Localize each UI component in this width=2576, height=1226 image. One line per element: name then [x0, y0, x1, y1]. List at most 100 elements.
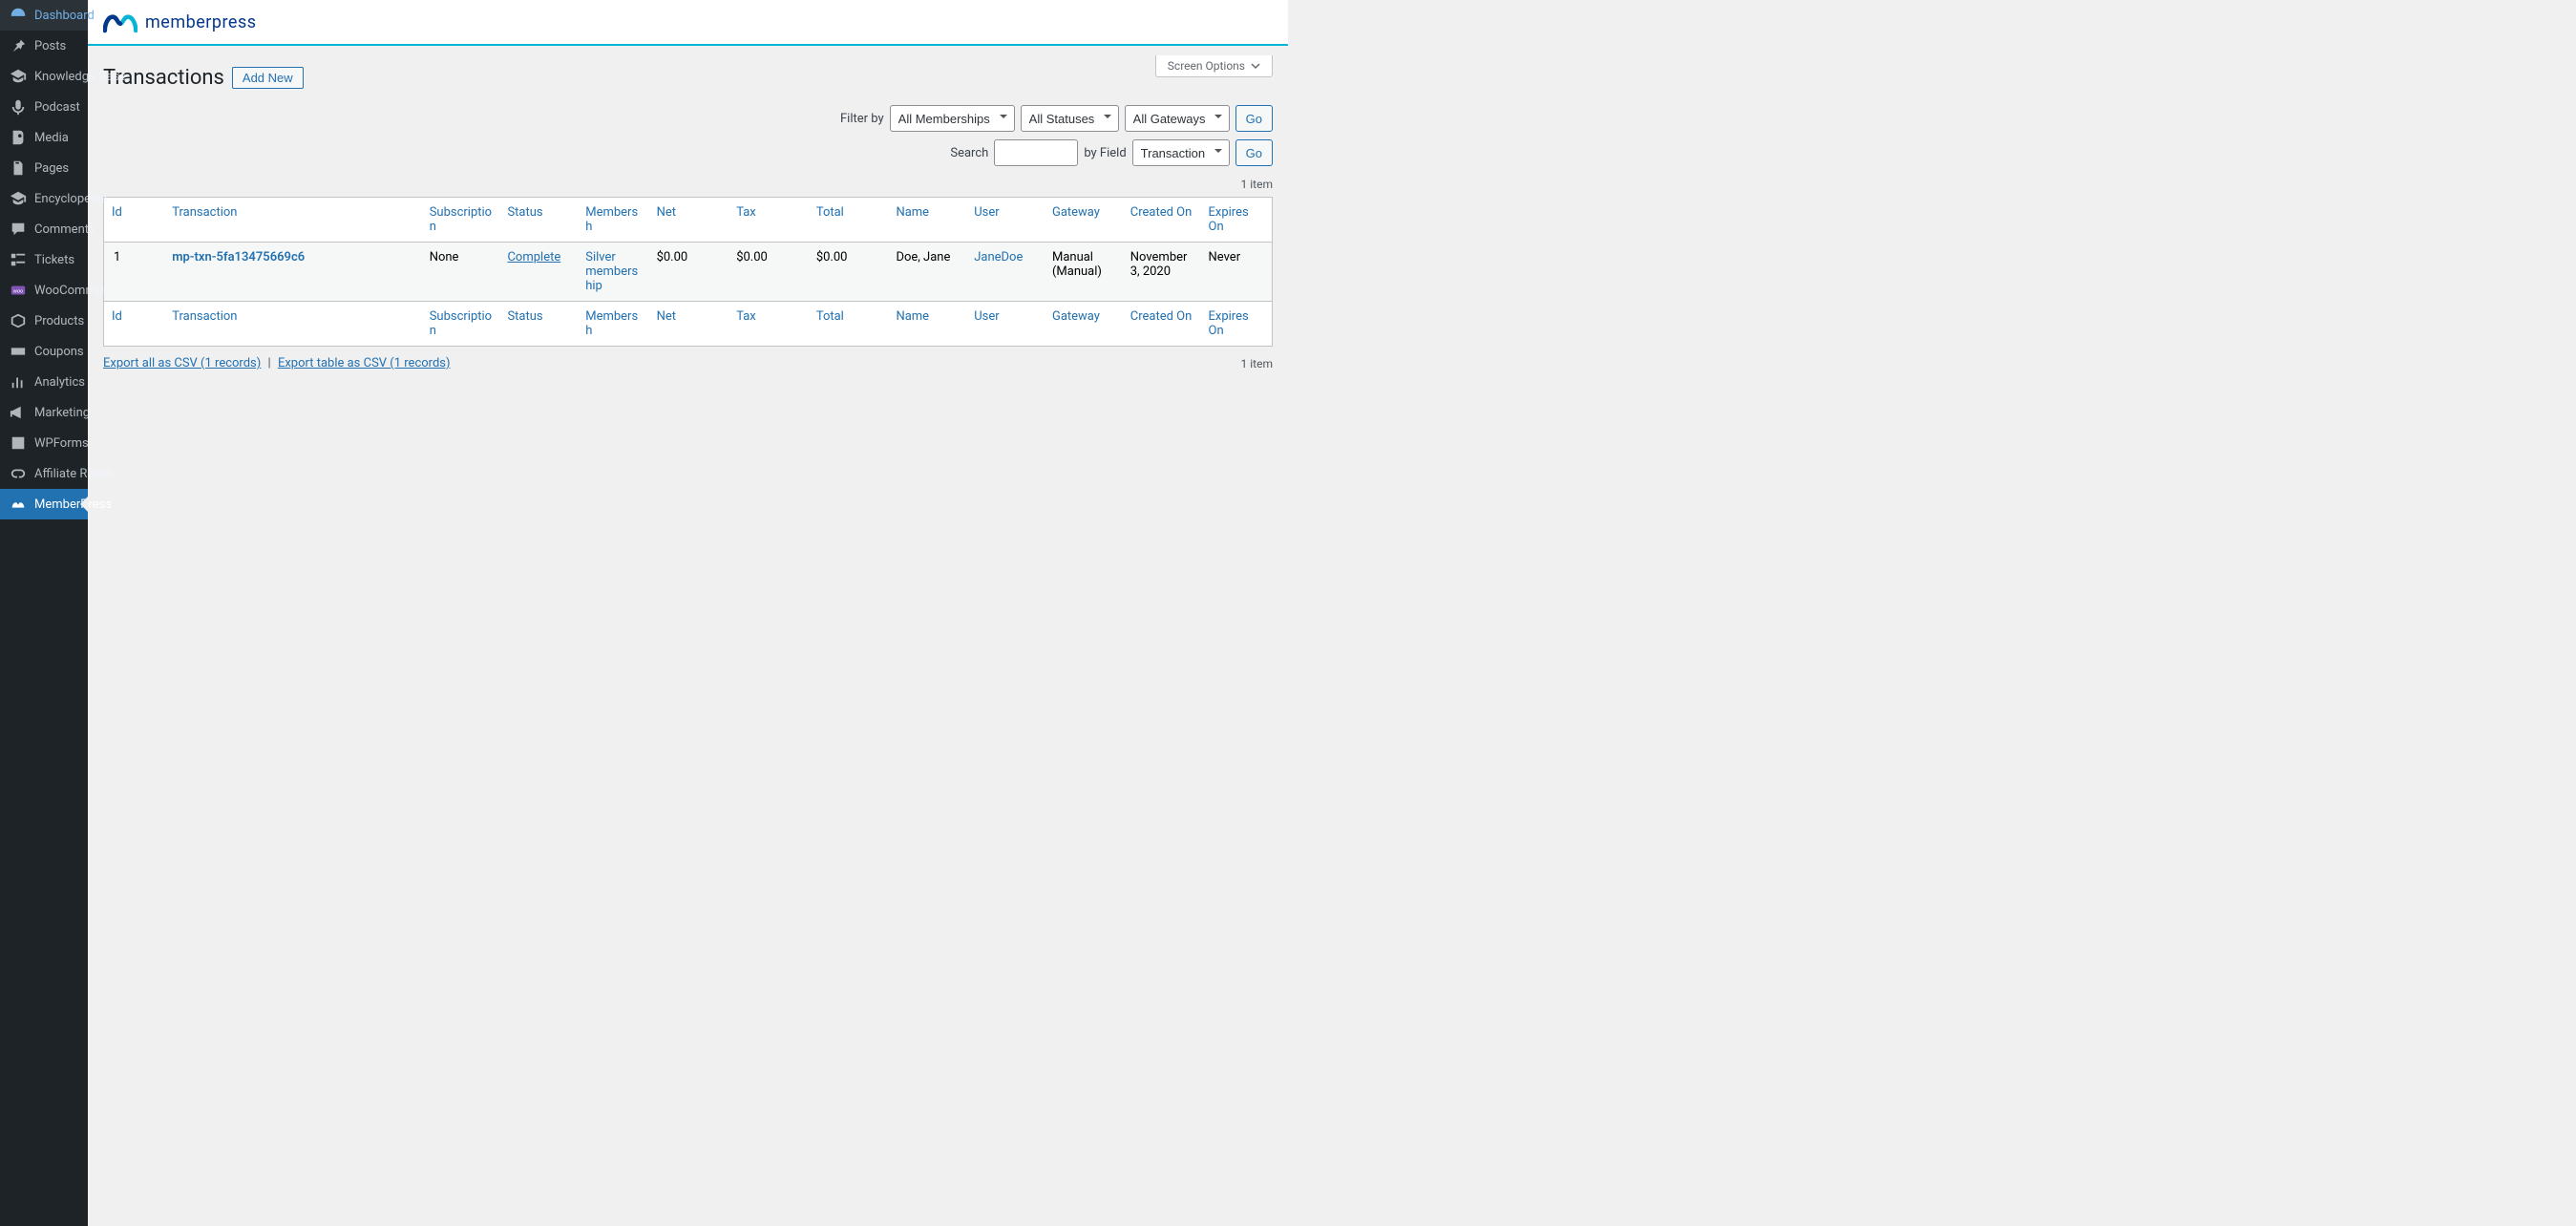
link-icon [10, 465, 27, 482]
sidebar-item-label: MemberPress [34, 497, 112, 512]
col-name[interactable]: Name [896, 309, 929, 324]
col-created[interactable]: Created On [1130, 309, 1193, 324]
col-id[interactable]: Id [112, 309, 122, 324]
comment-icon [10, 221, 27, 238]
sidebar-item-label: Tickets [34, 253, 74, 267]
col-tax[interactable]: Tax [736, 309, 756, 324]
export-row: Export all as CSV (1 records) | Export t… [103, 356, 1273, 370]
sidebar-item-wpforms[interactable]: WPForms [0, 428, 88, 458]
col-created[interactable]: Created On [1130, 205, 1193, 220]
col-subscription[interactable]: Subscription [430, 309, 492, 338]
screen-options-toggle[interactable]: Screen Options [1155, 55, 1273, 77]
col-status[interactable]: Status [507, 309, 542, 324]
sidebar-item-marketing[interactable]: Marketing [0, 397, 88, 428]
col-net[interactable]: Net [657, 205, 676, 220]
graduation-icon [10, 190, 27, 207]
cell-total: $0.00 [809, 243, 889, 301]
cell-transaction-link[interactable]: mp-txn-5fa13475669c6 [172, 250, 305, 264]
col-net[interactable]: Net [657, 309, 676, 324]
col-total[interactable]: Total [816, 205, 844, 220]
col-user[interactable]: User [974, 309, 999, 324]
sidebar-item-label: Dashboard [34, 9, 95, 23]
cell-name: Doe, Jane [888, 243, 966, 301]
search-go-button[interactable]: Go [1235, 139, 1273, 166]
col-membership[interactable]: Membersh [585, 309, 638, 338]
cell-created: November 3, 2020 [1123, 243, 1201, 301]
gateways-filter[interactable]: All Gateways [1125, 105, 1230, 132]
svg-text:woo: woo [13, 289, 23, 295]
col-membership[interactable]: Membersh [585, 205, 638, 234]
form-icon [10, 434, 27, 452]
col-user[interactable]: User [974, 205, 999, 220]
sidebar-item-label: Pages [34, 161, 69, 176]
cell-status-link[interactable]: Complete [507, 250, 560, 264]
item-count-bottom: 1 item [1241, 357, 1273, 370]
col-tax[interactable]: Tax [736, 205, 756, 220]
col-expires[interactable]: Expires On [1209, 205, 1249, 234]
export-all-link[interactable]: Export all as CSV (1 records) [103, 356, 261, 370]
sidebar-item-comments[interactable]: Comments [0, 214, 88, 244]
col-gateway[interactable]: Gateway [1052, 205, 1100, 220]
woo-icon: woo [10, 282, 27, 299]
sidebar-item-products[interactable]: Products [0, 306, 88, 336]
memberpress-logo: memberpress [103, 10, 257, 34]
table-footer-row: Id Transaction Subscription Status Membe… [104, 301, 1272, 346]
export-table-link[interactable]: Export table as CSV (1 records) [278, 356, 451, 370]
cell-gateway: Manual (Manual) [1045, 243, 1123, 301]
export-separator: | [268, 356, 271, 370]
sidebar-item-encyclopedia[interactable]: Encyclopedia [0, 183, 88, 214]
page-heading-row: Transactions Add New [103, 66, 1273, 90]
col-gateway[interactable]: Gateway [1052, 309, 1100, 324]
col-transaction[interactable]: Transaction [172, 309, 237, 324]
sidebar-item-media[interactable]: Media [0, 122, 88, 153]
cell-user-link[interactable]: JaneDoe [974, 250, 1023, 264]
sidebar-item-label: WPForms [34, 436, 89, 451]
col-total[interactable]: Total [816, 309, 844, 324]
tickets-icon [10, 251, 27, 268]
graduation-icon [10, 68, 27, 85]
item-count-top: 1 item [103, 178, 1273, 191]
sidebar-item-woocommerce[interactable]: wooWooCommerce [0, 275, 88, 306]
sidebar-item-label: Coupons [34, 345, 84, 359]
search-row: Search by Field Transaction Go [103, 139, 1273, 166]
col-name[interactable]: Name [896, 205, 929, 220]
sidebar-item-dashboard[interactable]: Dashboard [0, 0, 88, 31]
content-area: memberpress Screen Options Transactions … [88, 0, 1288, 380]
dashboard-icon [10, 7, 27, 24]
statuses-filter[interactable]: All Statuses [1021, 105, 1119, 132]
plugin-header: memberpress [88, 0, 1288, 46]
coupon-icon [10, 343, 27, 360]
sidebar-item-pages[interactable]: Pages [0, 153, 88, 183]
logo-icon [103, 10, 137, 34]
sidebar-item-label: Podcast [34, 100, 80, 115]
col-expires[interactable]: Expires On [1209, 309, 1249, 338]
box-icon [10, 312, 27, 329]
sidebar-item-knowledge-base[interactable]: Knowledge Base [0, 61, 88, 92]
sidebar-item-coupons[interactable]: Coupons [0, 336, 88, 367]
table-row: 1 mp-txn-5fa13475669c6 None Complete Sil… [104, 243, 1272, 301]
sidebar-item-label: Knowledge Base [34, 70, 126, 84]
add-new-button[interactable]: Add New [232, 67, 304, 89]
media-icon [10, 129, 27, 146]
sidebar-item-podcast[interactable]: Podcast [0, 92, 88, 122]
filter-go-button[interactable]: Go [1235, 105, 1273, 132]
chevron-down-icon [1251, 61, 1260, 71]
search-field-select[interactable]: Transaction [1132, 139, 1230, 166]
col-status[interactable]: Status [507, 205, 542, 220]
cell-subscription: None [422, 243, 500, 301]
cell-membership-link[interactable]: Silver membership [585, 250, 638, 293]
search-input[interactable] [994, 139, 1078, 166]
sidebar-item-posts[interactable]: Posts [0, 31, 88, 61]
memberships-filter[interactable]: All Memberships [890, 105, 1015, 132]
col-transaction[interactable]: Transaction [172, 205, 237, 220]
microphone-icon [10, 98, 27, 116]
col-subscription[interactable]: Subscription [430, 205, 492, 234]
sidebar-item-analytics[interactable]: Analytics [0, 367, 88, 397]
search-label: Search [950, 146, 988, 160]
sidebar-item-label: Posts [34, 39, 66, 53]
sidebar-item-tickets[interactable]: Tickets [0, 244, 88, 275]
col-id[interactable]: Id [112, 205, 122, 220]
sidebar-item-affiliate-royale[interactable]: Affiliate Royale [0, 458, 88, 489]
pin-icon [10, 37, 27, 54]
sidebar-item-memberpress[interactable]: MemberPress [0, 489, 88, 519]
